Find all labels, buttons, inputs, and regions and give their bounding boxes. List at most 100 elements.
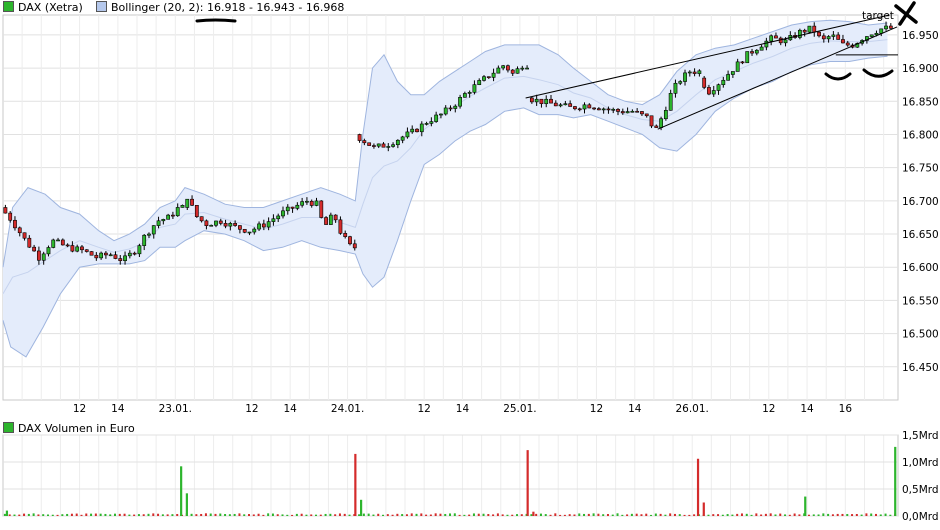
candle-body [194, 205, 199, 217]
volume-bar [669, 513, 672, 516]
candle-body [147, 233, 151, 236]
price-tick-label: 16.600 [902, 262, 939, 274]
candle-body [242, 228, 247, 233]
candle-body [22, 232, 27, 239]
candle-body [352, 243, 357, 249]
time-tick-label: 24.01. [331, 403, 364, 415]
candle-body [797, 29, 802, 38]
time-tick-label: 14 [628, 403, 642, 415]
volume-bar [736, 513, 739, 516]
candle-body [774, 35, 778, 39]
candle-body [271, 218, 276, 222]
volume-bar [654, 513, 657, 516]
volume-bar [439, 513, 442, 516]
volume-bar [511, 514, 514, 516]
volume-bar [152, 513, 155, 516]
volume-bar [731, 514, 734, 516]
volume-bar [740, 513, 743, 516]
volume-bar [659, 513, 662, 516]
candle-body [209, 224, 214, 227]
price-tick-label: 16.800 [902, 129, 939, 141]
volume-bar [405, 514, 408, 516]
candle-body [123, 255, 127, 262]
volume-bar [113, 513, 116, 516]
time-tick-label: 25.01. [503, 403, 536, 415]
candle-body [836, 34, 841, 40]
volume-bar [492, 514, 495, 516]
volume-bar [453, 513, 456, 516]
candle-body [620, 111, 625, 114]
volume-bar [650, 514, 653, 516]
volume-bar [396, 513, 399, 516]
volume-bar [286, 514, 289, 516]
candle-body [151, 225, 156, 235]
volume-bar [472, 513, 475, 516]
candle-body [879, 28, 884, 34]
candle-body [649, 115, 654, 127]
candle-body [434, 114, 439, 122]
volume-bar [458, 514, 461, 516]
volume-bar [779, 513, 782, 516]
volume-bar [257, 513, 260, 516]
candle-body [27, 237, 32, 248]
candle-body [802, 29, 807, 33]
volume-tick-label: 0,0Mrd [902, 511, 939, 523]
candle-body [601, 108, 606, 111]
candle-body [510, 69, 515, 74]
time-tick-label: 12 [417, 403, 430, 415]
candle-body [190, 198, 194, 206]
volume-bar [860, 514, 863, 516]
candle-body [888, 25, 893, 29]
candle-body [730, 71, 735, 75]
candle-body [596, 108, 601, 111]
candle-body [99, 252, 104, 259]
candle-body [137, 245, 142, 255]
underline-mark [195, 18, 237, 23]
volume-bar [688, 514, 691, 516]
candle-body [668, 93, 673, 111]
candle-body [319, 200, 324, 218]
volume-bar [66, 513, 69, 516]
volume-bar [267, 513, 270, 516]
candle-body [807, 25, 812, 33]
candle-body [252, 228, 257, 233]
volume-spike [804, 496, 807, 516]
candle-body [338, 219, 343, 234]
volume-bar [315, 514, 318, 516]
volume-bar [817, 514, 820, 516]
volume-bar [750, 514, 753, 516]
candle-body [711, 90, 716, 95]
volume-bar [281, 514, 284, 516]
chart-root: 16.450 16.500 16.550 16.600 16.650 16.700 16.7… [0, 0, 940, 526]
candle-body [343, 233, 348, 237]
volume-bar [573, 514, 576, 516]
candle-body [453, 105, 458, 109]
candle-body [692, 71, 697, 74]
volume-spike [354, 453, 357, 516]
candle-body [812, 25, 817, 33]
volume-bar [784, 514, 787, 516]
volume-bar [80, 514, 83, 516]
candle-body [400, 136, 405, 141]
candle-body [266, 221, 271, 228]
time-tick-label: 16 [839, 403, 853, 415]
candle-body [290, 206, 295, 209]
candle-body [482, 76, 486, 81]
time-tick-label: 14 [456, 403, 470, 415]
candle-body [127, 252, 132, 257]
volume-bar [755, 513, 758, 516]
volume-bar [128, 514, 131, 516]
candle-body [108, 254, 113, 257]
price-tick-label: 16.550 [902, 295, 939, 307]
candle-body [817, 31, 821, 37]
price-tick-label: 16.450 [902, 362, 939, 374]
candle-body [8, 212, 13, 221]
candle-body [132, 252, 137, 255]
candle-body [845, 42, 850, 46]
legend-bollinger: Bollinger (20, 2): 16.918 - 16.943 - 16.… [96, 1, 344, 15]
volume-tick-label: 1,0Mrd [902, 457, 939, 469]
candle-body [367, 142, 372, 146]
volume-bar [554, 513, 557, 516]
candle-body [89, 251, 94, 256]
candle-body [534, 98, 539, 103]
